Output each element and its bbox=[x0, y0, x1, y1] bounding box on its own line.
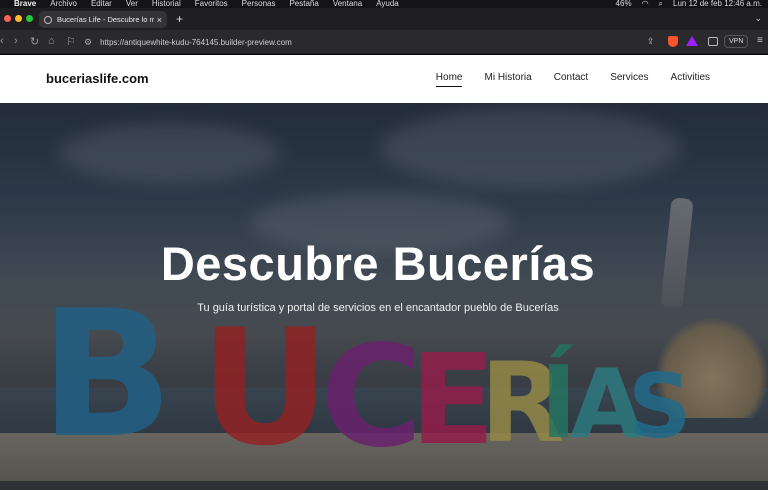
url-text[interactable]: https://antiquewhite-kudu-764145.builder… bbox=[100, 38, 292, 47]
menubar-item-personas[interactable]: Personas bbox=[242, 0, 276, 8]
menubar-item-archivo[interactable]: Archivo bbox=[50, 0, 77, 8]
hero-section: B U C E R Í A S Descubre Bucerías Tu guí… bbox=[0, 103, 768, 490]
new-tab-button[interactable]: + bbox=[176, 12, 183, 26]
brave-rewards-icon[interactable] bbox=[686, 36, 698, 46]
site-nav: Home Mi Historia Contact Services Activi… bbox=[414, 72, 710, 87]
menubar-item-ayuda[interactable]: Ayuda bbox=[376, 0, 399, 8]
menubar-item-ventana[interactable]: Ventana bbox=[333, 0, 362, 8]
hero-subtitle: Tu guía turística y portal de servicios … bbox=[197, 302, 559, 314]
address-bar[interactable]: ⚙ https://antiquewhite-kudu-764145.build… bbox=[84, 33, 666, 51]
nav-link-mi-historia[interactable]: Mi Historia bbox=[484, 72, 531, 87]
brave-shields-icon[interactable] bbox=[668, 36, 678, 47]
nav-link-services[interactable]: Services bbox=[610, 72, 648, 87]
menubar-clock[interactable]: Lun 12 de feb 12:46 a.m. bbox=[673, 0, 762, 8]
close-window-button[interactable] bbox=[4, 15, 11, 22]
os-menubar: Brave Archivo Editar Ver Historial Favor… bbox=[0, 0, 768, 8]
nav-link-home[interactable]: Home bbox=[435, 72, 463, 87]
forward-icon[interactable]: › bbox=[14, 35, 18, 47]
reload-icon[interactable]: ↻ bbox=[30, 35, 39, 48]
nav-link-activities[interactable]: Activities bbox=[671, 72, 710, 87]
tab-title: Bucerías Life - Descubre lo m bbox=[57, 15, 154, 24]
nav-link-contact[interactable]: Contact bbox=[554, 72, 588, 87]
bookmark-icon[interactable]: ⚐ bbox=[66, 35, 76, 48]
site-brand-link[interactable]: buceriaslife.com bbox=[46, 71, 149, 86]
hero-overlay bbox=[0, 103, 768, 490]
browser-toolbar: ‹ › ↻ ⌂ ⚐ ⚙ https://antiquewhite-kudu-76… bbox=[0, 30, 768, 54]
search-icon[interactable]: ⌕ bbox=[659, 0, 663, 8]
hero-bottom-strip bbox=[0, 481, 768, 490]
menubar-item-editar[interactable]: Editar bbox=[91, 0, 112, 8]
home-icon[interactable]: ⌂ bbox=[48, 35, 55, 47]
minimize-window-button[interactable] bbox=[15, 15, 22, 22]
menubar-item-historial[interactable]: Historial bbox=[152, 0, 181, 8]
wifi-icon[interactable]: ◠ bbox=[642, 0, 649, 8]
globe-icon bbox=[44, 15, 52, 24]
site-header: buceriaslife.com Home Mi Historia Contac… bbox=[0, 55, 768, 103]
menu-icon[interactable]: ≡ bbox=[757, 35, 763, 46]
battery-percentage[interactable]: 46% bbox=[616, 0, 632, 8]
vpn-button[interactable]: VPN bbox=[724, 35, 749, 48]
back-icon[interactable]: ‹ bbox=[0, 35, 4, 47]
hero-title: Descubre Bucerías bbox=[160, 237, 596, 290]
menubar-item-pestana[interactable]: Pestaña bbox=[289, 0, 318, 8]
sidebar-toggle-icon[interactable] bbox=[708, 37, 718, 46]
menubar-item-favoritos[interactable]: Favoritos bbox=[195, 0, 228, 8]
share-icon[interactable]: ⇪ bbox=[647, 36, 655, 47]
close-tab-icon[interactable]: × bbox=[157, 15, 162, 25]
zoom-window-button[interactable] bbox=[26, 15, 33, 22]
window-controls bbox=[4, 15, 37, 22]
browser-tab-active[interactable]: Bucerías Life - Descubre lo m × bbox=[39, 11, 167, 28]
site-settings-icon[interactable]: ⚙ bbox=[84, 37, 92, 48]
menubar-item-ver[interactable]: Ver bbox=[126, 0, 138, 8]
tab-list-chevron-icon[interactable]: ⌄ bbox=[754, 13, 762, 24]
browser-tab-bar: Bucerías Life - Descubre lo m × + ⌄ bbox=[0, 8, 768, 30]
menubar-app-name[interactable]: Brave bbox=[14, 0, 36, 8]
menubar-status-area: 46% ◠ ⌕ Lun 12 de feb 12:46 a.m. bbox=[606, 0, 762, 8]
